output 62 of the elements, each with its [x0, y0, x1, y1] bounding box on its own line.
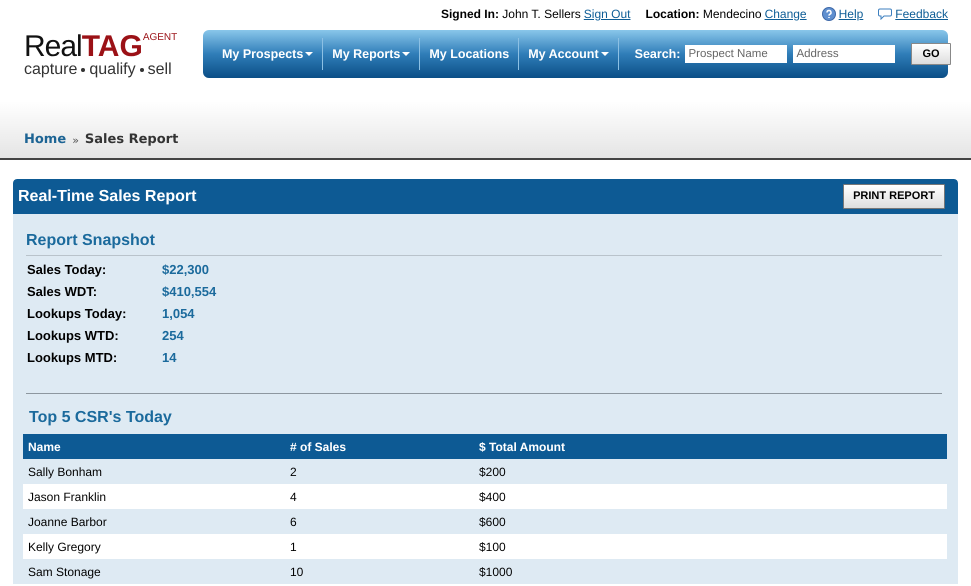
breadcrumb-separator: » — [72, 132, 79, 148]
stat-label: Sales Today: — [27, 261, 108, 279]
logo-text: TAG — [82, 32, 143, 62]
go-button[interactable]: GO — [911, 42, 951, 66]
tagline-word: capture — [24, 62, 78, 78]
table-cell-text: 4 — [289, 488, 298, 506]
table-cell-text: 10 — [289, 564, 304, 580]
section-title: Report Snapshot — [26, 231, 156, 251]
speech-bubble-icon — [878, 8, 892, 20]
stat-label: Lookups WTD: — [27, 327, 120, 345]
search-field[interactable]: Prospect Name — [685, 45, 788, 63]
tagline-word: qualify — [89, 62, 136, 78]
signed-in-text: Signed In: John T. Sellers — [440, 6, 581, 23]
sign-out-link[interactable]: Sign Out — [584, 5, 630, 23]
stat-label: Sales WDT: — [27, 283, 98, 301]
help-icon — [822, 7, 836, 21]
table-cell-text: 2 — [289, 464, 298, 480]
column-header: $ Total Amount — [478, 438, 566, 456]
table-cell-text: Joanne Barbor — [27, 514, 108, 530]
stat-value: $410,554 — [162, 283, 216, 301]
caret-icon — [600, 52, 609, 56]
column-header: # of Sales — [289, 438, 348, 456]
breadcrumb-current: Sales Report — [84, 130, 178, 148]
location-text: Location: Mendecino — [646, 6, 762, 23]
bullet-icon — [81, 68, 86, 72]
nav-menu-item[interactable]: My Locations — [420, 38, 520, 70]
caret-icon — [402, 52, 410, 56]
stat-value: $22,300 — [162, 261, 209, 279]
stat-value: 14 — [162, 349, 176, 367]
print-button[interactable]: PRINT REPORT — [843, 184, 945, 209]
table-cell-text: 1 — [289, 538, 298, 556]
caret-icon — [305, 52, 314, 56]
table-cell-text: $200 — [478, 464, 507, 480]
logo-superscript: AGENT — [142, 33, 178, 43]
panel-title: Real-Time Sales Report — [18, 186, 196, 206]
table-cell-text: $400 — [478, 488, 507, 506]
help-link[interactable]: Help — [838, 5, 864, 23]
nav-menu-item[interactable]: My Account — [519, 38, 619, 70]
table-cell-text: Kelly Gregory — [27, 538, 102, 556]
table-cell-text: $100 — [478, 538, 507, 556]
section-title: Top 5 CSR's Today — [29, 408, 173, 428]
table-cell-text: Jason Franklin — [27, 488, 108, 506]
bullet-icon — [140, 68, 144, 72]
table-cell-text: Sally Bonham — [27, 464, 104, 480]
column-header: Name — [27, 438, 62, 456]
feedback-link[interactable]: Feedback — [895, 5, 948, 23]
logo-text: Real — [24, 32, 82, 62]
table-cell-text: Sam Stonage — [27, 564, 102, 580]
stat-label: Lookups MTD: — [27, 349, 118, 367]
stat-value: 254 — [162, 327, 184, 345]
stat-value: 1,054 — [162, 305, 195, 323]
breadcrumb-link[interactable]: Home — [24, 130, 66, 149]
stat-label: Lookups Today: — [27, 305, 128, 323]
search-field[interactable]: Address — [793, 45, 896, 63]
nav-menu-item[interactable]: My Prospects — [213, 38, 324, 70]
table-cell-text: 6 — [289, 514, 298, 530]
tagline-word: sell — [148, 62, 172, 78]
search-label: Search: — [634, 46, 680, 63]
table-cell-text: $1000 — [478, 564, 514, 580]
nav-menu-item[interactable]: My Reports — [323, 38, 420, 70]
change-link[interactable]: Change — [764, 5, 807, 23]
table-cell-text: $600 — [478, 514, 507, 530]
